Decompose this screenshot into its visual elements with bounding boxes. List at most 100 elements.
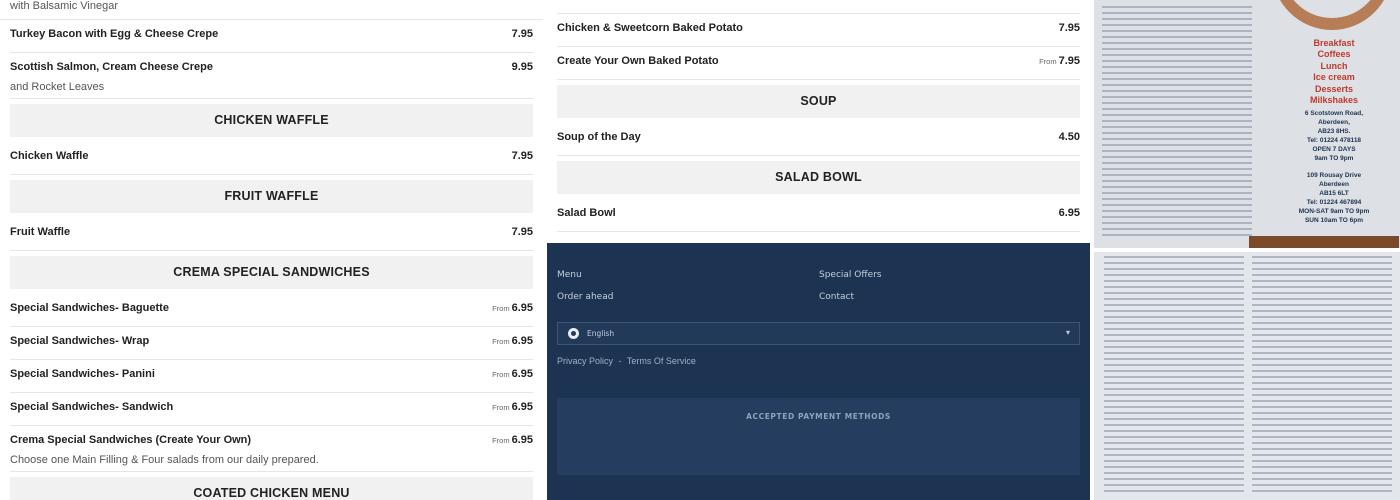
item-row: Special Sandwiches- Wrap From 6.95 — [10, 335, 533, 347]
item-row: Scottish Salmon, Cream Cheese Crepe 9.95 — [10, 61, 533, 73]
footer-link-special-offers[interactable]: Special Offers — [819, 270, 882, 280]
section-header-chicken-waffle: CHICKEN WAFFLE — [10, 104, 533, 137]
item-description: Choose one Main Filling & Four salads fr… — [10, 454, 319, 466]
menu-item-special-sandwiches-sandwich[interactable]: Special Sandwiches- Sandwich From 6.95 — [10, 393, 533, 426]
flyer-address-scotstown: 6 Scotstown Road, Aberdeen, AB23 8HS. Tel: … — [1274, 110, 1394, 163]
item-name: Special Sandwiches- Panini — [10, 368, 155, 380]
item-price-wrap: 7.95 — [1059, 22, 1080, 34]
item-row: Special Sandwiches- Panini From 6.95 — [10, 368, 533, 380]
menu-item-special-sandwiches-baguette[interactable]: Special Sandwiches- Baguette From 6.95 — [10, 294, 533, 327]
item-price: 6.95 — [511, 335, 533, 347]
item-price: 6.95 — [511, 434, 533, 446]
flyer-text-line: Tel: 01224 467894 — [1306, 198, 1362, 206]
item-row: Salad Bowl 6.95 — [557, 207, 1080, 219]
section-header-fruit-waffle: FRUIT WAFFLE — [10, 180, 533, 213]
menu-item-crema-special-sandwiches-create-your-own[interactable]: Crema Special Sandwiches (Create Your Ow… — [10, 426, 533, 472]
item-name: Crema Special Sandwiches (Create Your Ow… — [10, 434, 252, 446]
item-price-wrap: 7.95 — [512, 150, 533, 162]
flyer-address-rousay: 109 Rousay Drive Aberdeen AB15 6LT Tel: 012… — [1274, 172, 1394, 225]
payment-methods-label: ACCEPTED PAYMENT METHODS — [746, 412, 891, 421]
flyer-menu-text — [1102, 6, 1252, 240]
item-row: Special Sandwiches- Baguette From 6.95 — [10, 302, 533, 314]
item-price-wrap: 4.50 — [1059, 131, 1080, 143]
item-price-wrap: 9.95 — [512, 61, 533, 73]
flyer-text-line: Coffees — [1317, 49, 1351, 60]
item-price: 7.95 — [511, 150, 533, 162]
flyer-text-line: MON-SAT 9am TO 9pm — [1298, 207, 1370, 215]
item-price: 6.95 — [1058, 207, 1080, 219]
flyer-text-line: Tel: 01224 478118 — [1306, 136, 1362, 144]
flyer-text-line: AB23 8HS. — [1317, 127, 1351, 135]
item-price: 7.95 — [1058, 22, 1080, 34]
item-price: 4.50 — [1058, 131, 1080, 143]
language-select-value: English — [587, 329, 615, 338]
footer-link-order-ahead[interactable]: Order ahead — [557, 292, 613, 302]
menu-item-special-sandwiches-wrap[interactable]: Special Sandwiches- Wrap From 6.95 — [10, 327, 533, 360]
item-row: Soup of the Day 4.50 — [557, 131, 1080, 143]
section-header-crema-special-sandwiches: CREMA SPECIAL SANDWICHES — [10, 256, 533, 289]
section-header-salad-bowl: SALAD BOWL — [557, 161, 1080, 194]
item-row: Fruit Waffle 7.95 — [10, 226, 533, 238]
footer-link-menu[interactable]: Menu — [557, 270, 582, 280]
price-from-label: From — [492, 370, 510, 379]
menu-column-left: with Balsamic Vinegar Turkey Bacon with … — [0, 0, 543, 500]
menu-item-soup-of-the-day[interactable]: Soup of the Day 4.50 — [557, 123, 1080, 156]
item-continuation: with Balsamic Vinegar — [0, 0, 543, 20]
item-price-wrap: From 7.95 — [1039, 55, 1080, 67]
menu-flyer-image-top[interactable]: Breakfast Coffees Lunch Ice cream Desserts Mi… — [1094, 0, 1400, 248]
menu-item-chicken-sweetcorn-baked-potato[interactable]: Chicken & Sweetcorn Baked Potato 7.95 — [557, 14, 1080, 47]
flyer-text-line: Aberdeen — [1319, 180, 1349, 188]
section-header-wrap: CREMA SPECIAL SANDWICHES — [0, 251, 543, 294]
section-header-wrap: COATED CHICKEN MENU — [0, 472, 543, 500]
section-header-wrap: SOUP — [547, 80, 1090, 123]
item-price: 9.95 — [511, 61, 533, 73]
section-header-wrap: SALAD BOWL — [547, 156, 1090, 199]
price-from-label: From — [492, 337, 510, 346]
menu-column-middle: Chicken & Sweetcorn Baked Potato 7.95 Crea… — [547, 0, 1090, 243]
menu-item-fruit-waffle[interactable]: Fruit Waffle 7.95 — [10, 218, 533, 251]
flyer-services-list: Breakfast Coffees Lunch Ice cream Desserts Mi… — [1274, 38, 1394, 106]
menu-item-create-your-own-baked-potato[interactable]: Create Your Own Baked Potato From 7.95 — [557, 47, 1080, 80]
section-header-soup: SOUP — [557, 85, 1080, 118]
item-row: Chicken Waffle 7.95 — [10, 150, 533, 162]
flyer-text-line: Desserts — [1314, 83, 1354, 94]
item-price: 7.95 — [1058, 55, 1080, 67]
menu-item-special-sandwiches-panini[interactable]: Special Sandwiches- Panini From 6.95 — [10, 360, 533, 393]
privacy-policy-link[interactable]: Privacy Policy — [557, 356, 613, 366]
flyer-text-line: Breakfast — [1313, 38, 1355, 48]
menu-item-salad-bowl[interactable]: Salad Bowl 6.95 — [557, 199, 1080, 232]
flyer-text-line: 9am TO 9pm — [1314, 154, 1354, 162]
menu-item-scottish-salmon-cream-cheese-crepe[interactable]: Scottish Salmon, Cream Cheese Crepe 9.95 a… — [10, 53, 533, 99]
legal-links: Privacy Policy - Terms Of Service — [557, 356, 699, 366]
footer-link-contact[interactable]: Contact — [819, 292, 854, 302]
item-name: Salad Bowl — [557, 207, 616, 219]
item-name: Special Sandwiches- Baguette — [10, 302, 169, 314]
flyer-text-line: Lunch — [1320, 60, 1348, 71]
item-row: Crema Special Sandwiches (Create Your Ow… — [10, 434, 533, 446]
item-description: with Balsamic Vinegar — [10, 0, 119, 12]
price-from-label: From — [1039, 57, 1057, 66]
language-select[interactable]: English ▾ — [557, 322, 1080, 345]
terms-of-service-link[interactable]: Terms Of Service — [627, 356, 696, 366]
menu-flyer-image-bottom[interactable] — [1094, 252, 1400, 500]
item-price-wrap: 6.95 — [1059, 207, 1080, 219]
globe-icon — [568, 328, 579, 339]
price-from-label: From — [492, 403, 510, 412]
section-header-coated-chicken-menu: COATED CHICKEN MENU — [10, 477, 533, 500]
item-price-wrap: From 6.95 — [492, 401, 533, 413]
flyer-text-line: 6 Scotstown Road, — [1304, 110, 1364, 117]
divider — [557, 0, 1080, 14]
item-price-wrap: 7.95 — [512, 28, 533, 40]
flyer-text-line: SUN 10am TO 6pm — [1304, 216, 1364, 224]
item-price-wrap: From 6.95 — [492, 302, 533, 314]
item-price: 7.95 — [511, 28, 533, 40]
item-name: Special Sandwiches- Wrap — [10, 335, 150, 347]
item-price: 7.95 — [511, 226, 533, 238]
flyer-text-line: AB15 6LT — [1319, 189, 1349, 197]
item-name: Special Sandwiches- Sandwich — [10, 401, 174, 413]
menu-item-chicken-waffle[interactable]: Chicken Waffle 7.95 — [10, 142, 533, 175]
menu-item-turkey-bacon-with-egg-cheese-crepe[interactable]: Turkey Bacon with Egg & Cheese Crepe 7.95 — [10, 20, 533, 53]
flyer-text-line: OPEN 7 DAYS — [1312, 145, 1356, 153]
item-row: Chicken & Sweetcorn Baked Potato 7.95 — [557, 22, 1080, 34]
item-price-wrap: From 6.95 — [492, 434, 533, 446]
